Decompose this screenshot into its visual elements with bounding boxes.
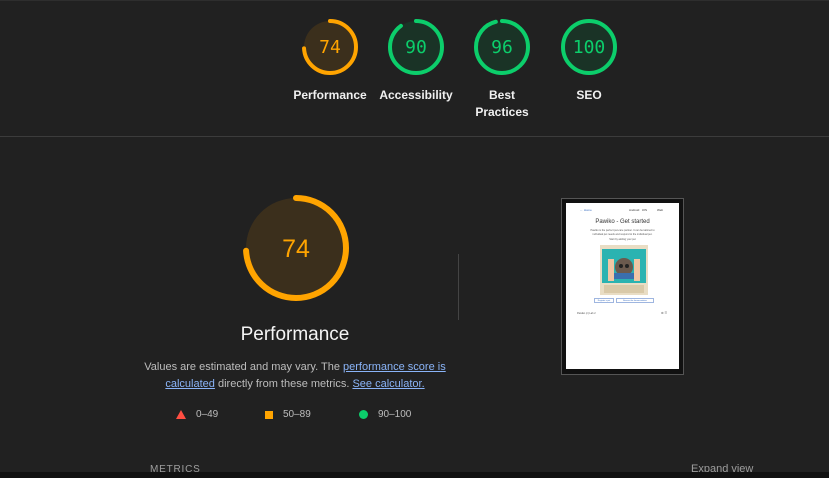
vertical-divider: [458, 254, 459, 320]
thumb-register-button: Register a pet: [594, 298, 614, 303]
lighthouse-report: 74 Performance 90 Accessibility 96 Best …: [0, 0, 829, 478]
gauge-best-practices-label-line2: Practices: [475, 105, 529, 119]
gauge-seo-label: SEO: [576, 88, 602, 102]
final-screenshot[interactable]: ← Home Android iOS Web Pawiko - Get star…: [561, 198, 684, 375]
legend-average: 50–89: [265, 409, 311, 420]
thumb-nav-android: Android: [629, 208, 640, 212]
thumb-docs-button: Browse the documentation: [616, 298, 654, 303]
legend-average-range: 50–89: [283, 409, 311, 420]
performance-description: Values are estimated and may vary. The p…: [140, 359, 450, 393]
final-screenshot-page: ← Home Android iOS Web Pawiko - Get star…: [566, 203, 679, 369]
gauge-performance-label: Performance: [293, 88, 367, 102]
gauge-performance-score: 74: [319, 37, 341, 58]
performance-gauge-large: 74: [243, 195, 349, 301]
average-square-icon: [265, 410, 273, 419]
gauge-accessibility-ring: 90: [388, 19, 444, 75]
gauge-performance[interactable]: 74 Performance: [285, 17, 375, 104]
thumb-footer-icons: ⚙ ☰: [661, 311, 668, 315]
performance-desc-text-1: Values are estimated and may vary. The: [144, 361, 343, 373]
thumb-subtext-2: Start by adding your pet: [609, 238, 636, 241]
fail-triangle-icon: [176, 410, 186, 419]
thumb-nav: ← Home Android iOS Web: [566, 206, 679, 214]
gauge-accessibility-label: Accessibility: [379, 88, 453, 102]
thumb-footer: Pawiko (c) Lab 2: [577, 312, 596, 315]
legend-pass-range: 90–100: [378, 409, 412, 420]
gauge-seo-ring: 100: [561, 19, 617, 75]
legend-fail-range: 0–49: [196, 409, 219, 420]
thumb-hero-image: [600, 245, 648, 295]
legend-fail: 0–49: [176, 409, 218, 420]
gauge-seo-score: 100: [573, 37, 606, 58]
thumb-heading: Pawiko - Get started: [595, 219, 650, 225]
bottom-edge: [0, 472, 829, 478]
performance-desc-text-2: directly from these metrics.: [214, 378, 353, 390]
pass-circle-icon: [359, 410, 368, 419]
performance-score-large: 74: [282, 235, 310, 263]
score-legend: 0–49 50–89 90–100: [0, 409, 829, 425]
gauge-best-practices-score: 96: [491, 37, 513, 58]
gauge-accessibility[interactable]: 90 Accessibility: [371, 17, 461, 104]
thumb-subtext: Pawiko is the perfect pet-care partner. …: [590, 229, 655, 236]
legend-pass: 90–100: [359, 409, 411, 420]
scores-summary: 74 Performance 90 Accessibility 96 Best …: [0, 0, 829, 137]
gauge-best-practices[interactable]: 96 Best Practices: [457, 17, 547, 121]
thumb-nav-ios: iOS: [642, 208, 648, 212]
see-calculator-link[interactable]: See calculator.: [352, 378, 424, 390]
gauge-performance-ring: 74: [302, 19, 358, 75]
gauge-best-practices-label: Best Practices: [457, 87, 547, 121]
thumb-nav-web: Web: [657, 208, 664, 212]
gauge-best-practices-ring: 96: [474, 19, 530, 75]
gauge-accessibility-score: 90: [405, 37, 427, 58]
performance-title: Performance: [240, 324, 350, 345]
gauge-seo[interactable]: 100 SEO: [544, 17, 634, 104]
gauge-best-practices-label-line1: Best: [488, 88, 515, 102]
thumb-nav-home: ← Home: [580, 208, 592, 212]
thumb-buttons: Register a pet Browse the documentation: [594, 298, 654, 304]
